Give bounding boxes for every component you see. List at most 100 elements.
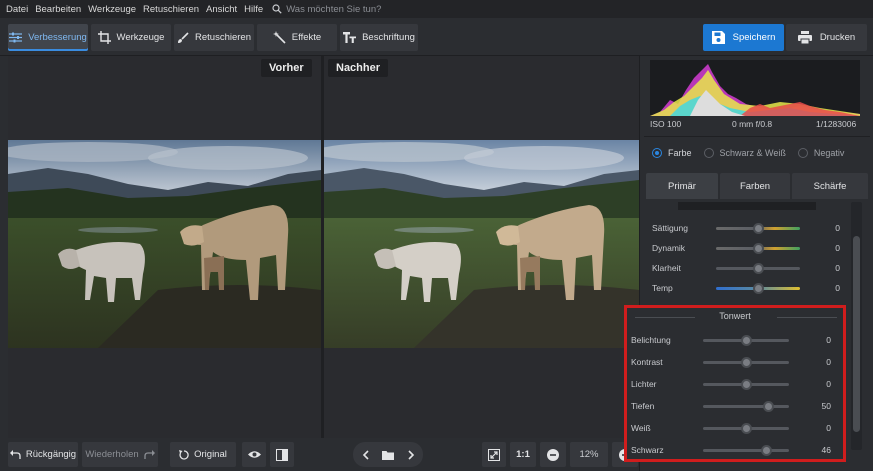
- slider-label: Klarheit: [652, 263, 681, 273]
- folder-icon: [382, 450, 394, 460]
- preview-toggle-button[interactable]: [242, 442, 266, 467]
- slider-knob[interactable]: [753, 242, 764, 254]
- after-label: Nachher: [328, 59, 389, 77]
- menu-retuschieren[interactable]: Retuschieren: [143, 4, 199, 15]
- slider-label: Belichtung: [631, 335, 671, 345]
- before-pane: Vorher: [8, 56, 321, 438]
- slider-row: Tiefen 50: [631, 398, 839, 414]
- slider-knob[interactable]: [760, 444, 772, 456]
- slider-label: Kontrast: [631, 357, 663, 367]
- slider-cut-off: [678, 202, 816, 210]
- tab-verbesserung[interactable]: Verbesserung: [8, 24, 88, 51]
- minus-circle-icon: [547, 448, 559, 461]
- bottom-toolbar: Rückgängig Wiederholen Original 1:1 12%: [0, 438, 639, 471]
- menu-datei[interactable]: Datei: [6, 4, 28, 15]
- slider-value: 0: [835, 223, 840, 233]
- slider-knob[interactable]: [741, 356, 752, 368]
- save-button[interactable]: Speichern: [703, 24, 784, 51]
- print-button[interactable]: Drucken: [786, 24, 867, 51]
- folder-button[interactable]: [377, 450, 400, 460]
- tab-retuschieren-label: Retuschieren: [195, 32, 251, 43]
- original-label: Original: [194, 449, 227, 460]
- slider-knob[interactable]: [741, 422, 752, 434]
- actual-size-button[interactable]: 1:1: [510, 442, 536, 467]
- chevron-right-icon: [407, 449, 414, 460]
- fit-screen-button[interactable]: [482, 442, 506, 467]
- menu-bearbeiten[interactable]: Bearbeiten: [35, 4, 81, 15]
- file-nav-group: [353, 442, 423, 467]
- slider-knob[interactable]: [753, 222, 764, 234]
- temperature-slider[interactable]: [716, 282, 800, 294]
- panel-scrollbar[interactable]: [851, 202, 862, 450]
- brush-icon: [178, 31, 189, 43]
- undo-label: Rückgängig: [25, 449, 77, 460]
- slider-label: Dynamik: [652, 243, 686, 253]
- contrast-slider[interactable]: [703, 356, 789, 368]
- scrollbar-thumb[interactable]: [853, 236, 860, 432]
- exif-lens: 0 mm f/0.8: [732, 119, 773, 129]
- mode-farbe-radio[interactable]: [652, 148, 662, 158]
- tab-beschriftung[interactable]: Beschriftung: [340, 24, 418, 51]
- highlights-slider[interactable]: [703, 378, 789, 390]
- tab-scharfe[interactable]: Schärfe: [792, 173, 868, 199]
- tab-retuschieren[interactable]: Retuschieren: [174, 24, 254, 51]
- slider-label: Lichter: [631, 379, 657, 389]
- slider-value: 0: [835, 243, 840, 253]
- exposure-slider[interactable]: [703, 334, 789, 346]
- tab-werkzeuge[interactable]: Werkzeuge: [91, 24, 171, 51]
- slider-label: Schwarz: [631, 445, 664, 455]
- next-button[interactable]: [400, 449, 423, 460]
- undo-icon: [9, 450, 21, 459]
- blacks-slider[interactable]: [703, 444, 789, 456]
- slider-row: Dynamik 0: [652, 240, 847, 256]
- redo-icon: [144, 450, 155, 459]
- search-input[interactable]: [286, 3, 437, 15]
- slider-row: Klarheit 0: [652, 260, 847, 276]
- slider-label: Sättigung: [652, 223, 688, 233]
- sliders-icon: [9, 32, 23, 43]
- tab-effekte[interactable]: Effekte: [257, 24, 337, 51]
- slider-knob[interactable]: [753, 262, 764, 274]
- slider-knob[interactable]: [762, 400, 774, 412]
- whites-slider[interactable]: [703, 422, 789, 434]
- split-view-button[interactable]: [270, 442, 294, 467]
- menu-bar: Datei Bearbeiten Werkzeuge Retuschieren …: [0, 0, 873, 18]
- shadows-slider[interactable]: [703, 400, 789, 412]
- menu-hilfe[interactable]: Hilfe: [244, 4, 263, 15]
- slider-row: Weiß 0: [631, 420, 839, 436]
- split-view-icon: [276, 448, 288, 461]
- clarity-slider[interactable]: [716, 262, 800, 274]
- slider-knob[interactable]: [753, 282, 764, 294]
- mode-bw-radio[interactable]: [703, 148, 714, 158]
- slider-value: 0: [826, 423, 831, 433]
- zoom-level-field[interactable]: 12%: [570, 442, 608, 467]
- undo-button[interactable]: Rückgängig: [8, 442, 78, 467]
- redo-button[interactable]: Wiederholen: [82, 442, 158, 467]
- slider-value: 46: [821, 445, 831, 455]
- redo-label: Wiederholen: [85, 449, 139, 460]
- slider-label: Tiefen: [631, 401, 655, 411]
- after-pane: Nachher: [324, 56, 639, 438]
- search-box[interactable]: [272, 3, 437, 15]
- tab-beschriftung-label: Beschriftung: [362, 32, 415, 43]
- original-button[interactable]: Original: [170, 442, 236, 467]
- title-rule-right: [777, 317, 837, 318]
- before-photo: [8, 140, 321, 348]
- tonwert-section: Tonwert Belichtung 0 Kontrast 0 Lichter …: [624, 305, 846, 462]
- crop-icon: [97, 31, 111, 44]
- after-photo: [324, 140, 639, 348]
- vibrance-slider[interactable]: [716, 242, 800, 254]
- tab-farben[interactable]: Farben: [720, 173, 790, 199]
- slider-knob[interactable]: [741, 378, 752, 390]
- slider-knob[interactable]: [741, 334, 752, 346]
- mode-negativ-radio[interactable]: [797, 148, 808, 158]
- zoom-out-button[interactable]: [540, 442, 566, 467]
- saturation-slider[interactable]: [716, 222, 800, 234]
- printer-icon: [797, 31, 812, 44]
- menu-werkzeuge[interactable]: Werkzeuge: [88, 4, 136, 15]
- slider-label: Temp: [652, 283, 673, 293]
- slider-value: 0: [826, 379, 831, 389]
- prev-button[interactable]: [354, 449, 377, 460]
- tab-primar[interactable]: Primär: [646, 173, 718, 199]
- menu-ansicht[interactable]: Ansicht: [206, 4, 237, 15]
